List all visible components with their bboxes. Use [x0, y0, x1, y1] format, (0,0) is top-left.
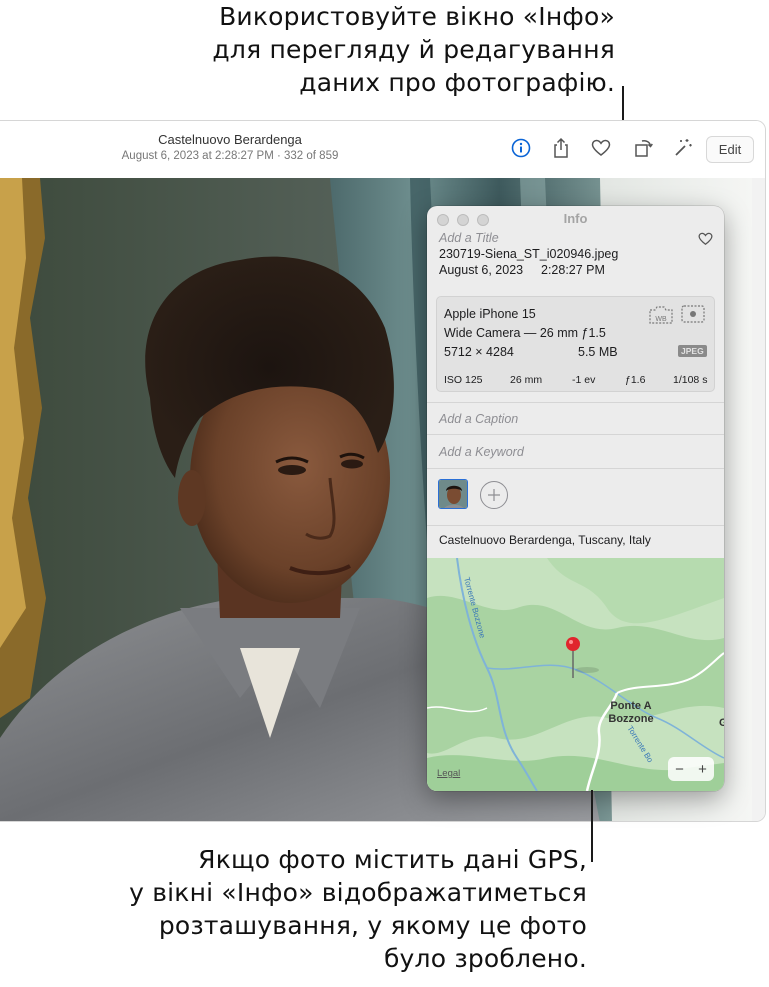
title-field[interactable]: Add a Title — [439, 231, 499, 245]
white-balance-icon: WB — [648, 305, 674, 330]
location-name: Castelnuovo Berardenga, Tuscany, Italy — [439, 533, 651, 547]
divider — [427, 434, 724, 435]
location-map[interactable]: Torrente Bozzone Torrente Bo Ponte A Boz… — [427, 558, 724, 791]
exif-exposure-bias: -1 ev — [572, 374, 596, 386]
place-label: Bozzone — [608, 713, 653, 725]
callout-bottom-line: Якщо фото містить дані GPS, — [198, 845, 587, 874]
place-label: G — [719, 717, 724, 729]
callout-top-line: для перегляду й редагування — [212, 35, 615, 64]
camera-lens: Wide Camera — 26 mm ƒ1.5 — [444, 326, 606, 340]
photo-date-and-count: August 6, 2023 at 2:28:27 PM · 332 of 85… — [121, 150, 339, 162]
callout-bottom-line: було зроблено. — [383, 944, 587, 973]
format-badge: JPEG — [678, 345, 707, 357]
file-size: 5.5 MB — [578, 345, 618, 359]
edit-button[interactable]: Edit — [706, 136, 754, 163]
info-icon[interactable] — [508, 135, 534, 161]
magic-wand-icon[interactable] — [670, 135, 696, 161]
divider — [427, 402, 724, 403]
plus-icon — [488, 489, 500, 501]
exif-shutter-speed: 1/108 s — [673, 374, 708, 386]
svg-text:WB: WB — [655, 316, 667, 323]
callout-bottom-line: у вікні «Інфо» відображатиметься — [129, 878, 587, 907]
divider — [427, 468, 724, 469]
rotate-icon[interactable] — [630, 135, 656, 161]
image-dimensions: 5712 × 4284 — [444, 345, 514, 359]
callout-bottom-line: розташування, у якому це фото — [158, 911, 587, 940]
metering-icon — [681, 305, 705, 328]
info-window: Info Add a Title 230719-Siena_ST_i020946… — [427, 206, 724, 791]
exif-iso: ISO 125 — [444, 374, 483, 386]
place-label: Ponte A — [610, 700, 651, 712]
divider — [427, 525, 724, 526]
favorite-heart-icon[interactable] — [698, 232, 713, 251]
info-window-title: Info — [563, 211, 588, 226]
caption-field[interactable]: Add a Caption — [439, 412, 518, 426]
capture-time: 2:28:27 PM — [541, 263, 605, 277]
capture-date: August 6, 2023 — [439, 263, 524, 277]
face-thumbnail[interactable] — [438, 479, 468, 509]
toolbar: Castelnuovo Berardenga August 6, 2023 at… — [0, 121, 765, 178]
zoom-out-button[interactable]: − — [675, 761, 684, 778]
camera-details: Apple iPhone 15 Wide Camera — 26 mm ƒ1.5… — [436, 296, 715, 392]
map-zoom-controls: − + — [668, 757, 714, 781]
callout-leader-line — [591, 790, 593, 862]
keyword-field[interactable]: Add a Keyword — [439, 445, 524, 459]
scrollbar[interactable] — [752, 178, 765, 821]
callout-top: Використовуйте вікно «Інфо» для перегляд… — [150, 0, 615, 99]
share-icon[interactable] — [548, 135, 574, 161]
map-legal-link[interactable]: Legal — [437, 768, 460, 779]
callout-top-line: Використовуйте вікно «Інфо» — [219, 2, 615, 31]
file-name: 230719-Siena_ST_i020946.jpeg — [439, 247, 619, 261]
camera-model: Apple iPhone 15 — [444, 307, 536, 321]
exif-focal-length: 26 mm — [510, 374, 543, 386]
exif-aperture: ƒ1.6 — [625, 374, 646, 386]
callout-top-line: даних про фотографію. — [299, 68, 615, 97]
heart-icon[interactable] — [588, 135, 614, 161]
add-person-button[interactable] — [480, 481, 508, 509]
callout-bottom: Якщо фото містить дані GPS, у вікні «Інф… — [100, 843, 587, 975]
zoom-in-button[interactable]: + — [698, 761, 707, 778]
photo-location-title: Castelnuovo Berardenga — [158, 132, 302, 147]
